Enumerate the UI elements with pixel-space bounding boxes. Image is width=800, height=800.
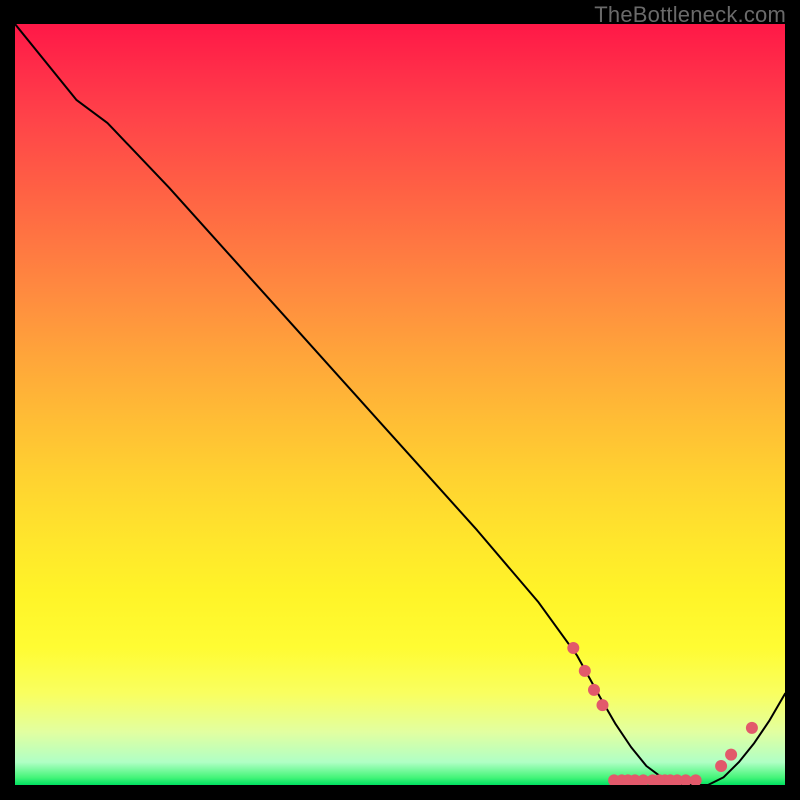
- chart-container: TheBottleneck.com: [0, 0, 800, 800]
- watermark-text: TheBottleneck.com: [594, 2, 786, 28]
- plot-gradient-background: [15, 24, 785, 785]
